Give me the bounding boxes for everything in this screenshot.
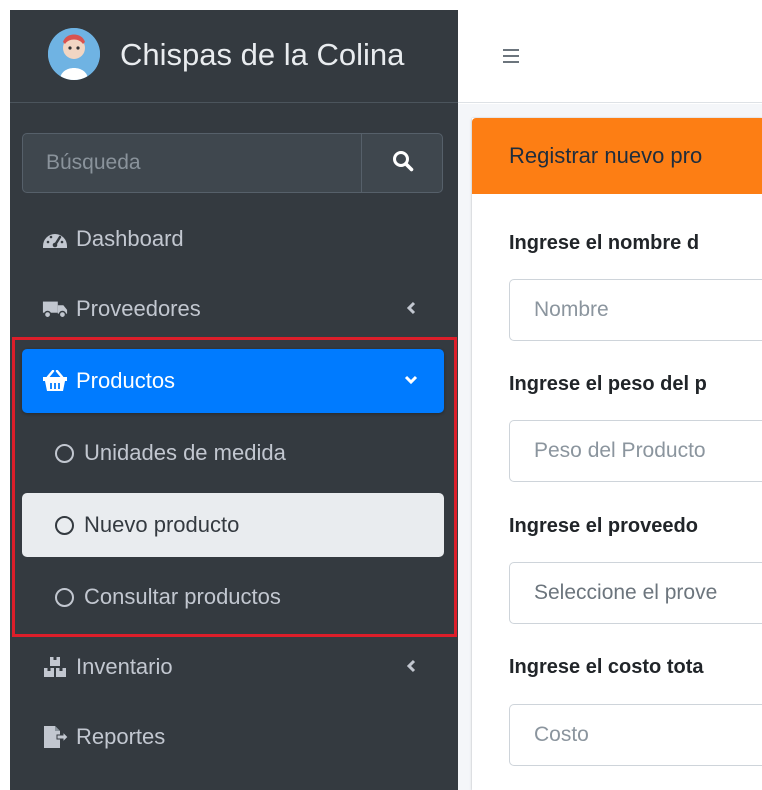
tachometer-icon	[42, 226, 68, 252]
circle-icon	[55, 443, 74, 463]
chevron-left-icon	[400, 297, 422, 319]
sidebar-item-label: Productos	[76, 368, 176, 393]
form-label-costo: Ingrese el costo tota	[509, 656, 704, 678]
brand-title: Chispas de la Colina	[120, 37, 405, 72]
card-header: Registrar nuevo pro	[472, 118, 762, 194]
form-label-proveedor: Ingrese el proveedo	[509, 515, 698, 537]
chevron-down-icon	[400, 369, 422, 391]
sidebar-subitem-label: Unidades de medida	[84, 440, 286, 465]
search-input[interactable]	[23, 134, 361, 192]
chevron-left-icon	[400, 655, 422, 677]
sidebar-subitem-label: Consultar productos	[84, 584, 281, 609]
sidebar-item-reportes[interactable]: Reportes	[22, 705, 444, 769]
brand-link[interactable]: Chispas de la Colina	[10, 10, 458, 103]
search-button[interactable]	[361, 134, 443, 192]
peso-input[interactable]	[509, 420, 762, 482]
sidebar-item-label: Proveedores	[76, 296, 201, 321]
shopping-basket-icon	[42, 368, 68, 394]
sidebar-subitem-label: Nuevo producto	[84, 512, 240, 537]
sidebar-item-label: Dashboard	[76, 226, 184, 251]
truck-icon	[42, 296, 68, 322]
sidebar-subitem-consultar-productos[interactable]: Consultar productos	[22, 565, 444, 629]
nombre-input[interactable]	[509, 279, 762, 341]
form-label-peso: Ingrese el peso del p	[509, 373, 707, 395]
proveedor-select[interactable]: Seleccione el prove	[509, 562, 762, 624]
brand-logo	[48, 28, 100, 80]
register-product-card: Registrar nuevo pro Ingrese el nombre d …	[472, 118, 762, 790]
sidebar-item-productos[interactable]: Productos	[22, 349, 444, 413]
sidebar-subitem-unidades-de-medida[interactable]: Unidades de medida	[22, 421, 444, 485]
search-icon	[392, 150, 414, 177]
sidebar-item-label: Inventario	[76, 654, 173, 679]
boxes-icon	[42, 654, 68, 680]
circle-icon	[55, 587, 74, 607]
circle-icon	[55, 515, 74, 535]
form-label-nombre: Ingrese el nombre d	[509, 232, 700, 254]
content-wrapper: Registrar nuevo pro Ingrese el nombre d …	[458, 104, 762, 790]
sidebar-item-inventario[interactable]: Inventario	[22, 635, 444, 699]
sidebar: Chispas de la Colina Dashboard Proveedor…	[10, 10, 458, 790]
sidebar-search	[22, 133, 443, 193]
sidebar-item-label: Reportes	[76, 724, 166, 749]
sidebar-subitem-nuevo-producto[interactable]: Nuevo producto	[22, 493, 444, 557]
file-export-icon	[42, 724, 68, 750]
top-navbar	[458, 10, 762, 103]
sidebar-item-dashboard[interactable]: Dashboard	[22, 207, 444, 271]
costo-input[interactable]	[509, 704, 762, 766]
hamburger-icon[interactable]	[498, 43, 524, 69]
sidebar-item-proveedores[interactable]: Proveedores	[22, 277, 444, 341]
